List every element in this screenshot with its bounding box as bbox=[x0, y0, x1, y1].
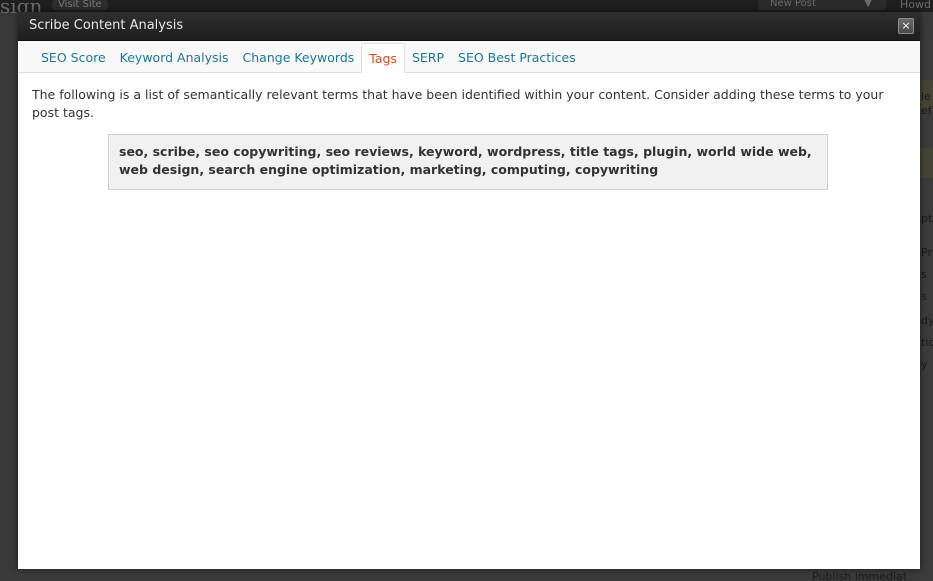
background-fragment: s bbox=[921, 290, 927, 303]
chevron-down-icon: ▼ bbox=[864, 0, 872, 9]
background-fragment: ef bbox=[921, 104, 932, 117]
background-new-post-dropdown: New Post ▼ bbox=[758, 0, 886, 10]
background-visit-site-button: Visit Site bbox=[52, 0, 108, 10]
tags-intro-text: The following is a list of semantically … bbox=[32, 87, 884, 120]
tab-tags[interactable]: Tags bbox=[361, 43, 405, 73]
background-howdy: Howd bbox=[900, 0, 931, 11]
dialog-title: Scribe Content Analysis bbox=[29, 18, 184, 33]
tab-seo-score[interactable]: SEO Score bbox=[34, 44, 113, 72]
tab-serp[interactable]: SERP bbox=[405, 44, 451, 72]
tab-change-keywords[interactable]: Change Keywords bbox=[236, 44, 362, 72]
background-fragment: tio bbox=[921, 336, 933, 349]
scribe-content-analysis-dialog: Scribe Content Analysis × SEO Score Keyw… bbox=[18, 12, 920, 569]
close-icon: × bbox=[901, 19, 911, 32]
tab-keyword-analysis[interactable]: Keyword Analysis bbox=[113, 44, 236, 72]
close-button[interactable]: × bbox=[898, 18, 914, 34]
background-right-column: le ef pt Pr s s dy tio y bbox=[919, 40, 933, 581]
background-fragment: dy bbox=[921, 314, 933, 327]
suggested-tags-box: seo, scribe, seo copywriting, seo review… bbox=[108, 134, 828, 190]
dialog-titlebar: Scribe Content Analysis × bbox=[18, 12, 920, 41]
background-fragment: Pr bbox=[921, 246, 932, 259]
background-fragment: y bbox=[921, 358, 928, 371]
background-notice-bar bbox=[919, 148, 933, 178]
background-publish-label: Publish immediat bbox=[812, 570, 908, 581]
tags-panel: The following is a list of semantically … bbox=[18, 73, 920, 190]
background-fragment: s bbox=[921, 268, 927, 281]
tab-seo-best-practices[interactable]: SEO Best Practices bbox=[451, 44, 583, 72]
background-new-post-label: New Post bbox=[770, 0, 816, 9]
tab-bar: SEO Score Keyword Analysis Change Keywor… bbox=[18, 41, 920, 73]
background-fragment: le bbox=[921, 90, 931, 103]
background-fragment: pt bbox=[921, 212, 933, 225]
